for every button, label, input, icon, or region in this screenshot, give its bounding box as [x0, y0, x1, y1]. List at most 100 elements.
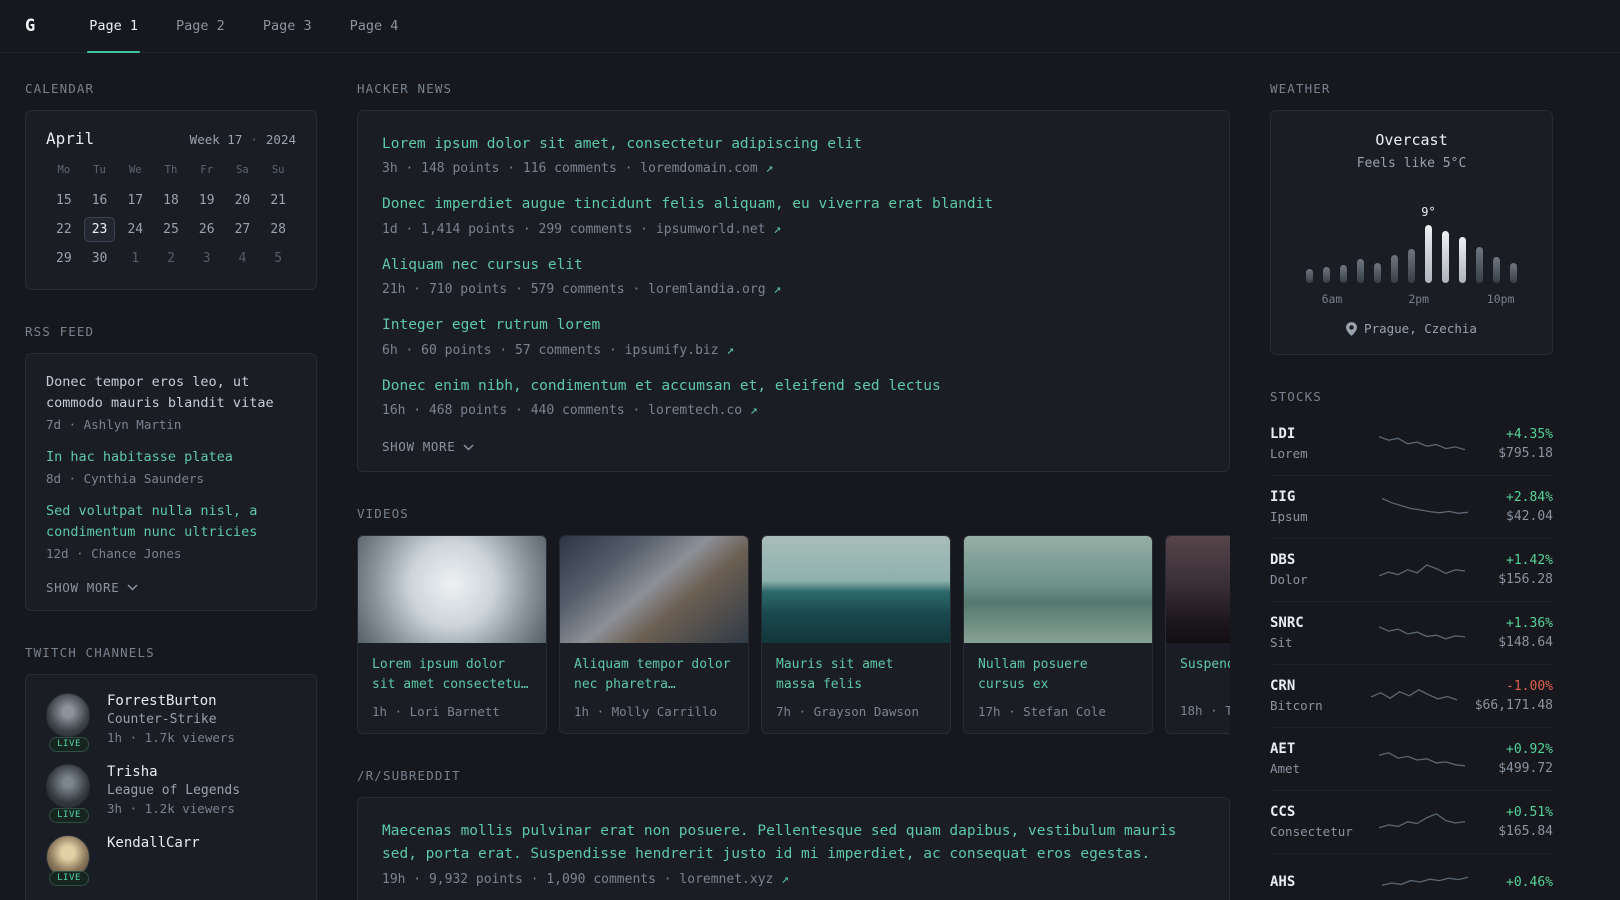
- stock-row[interactable]: IIG Ipsum +2.84% $42.04: [1270, 476, 1553, 539]
- calendar-day[interactable]: 1: [119, 246, 151, 271]
- weather-bar-column: [1340, 265, 1347, 283]
- calendar-day[interactable]: 2: [155, 246, 187, 271]
- calendar-day[interactable]: 19: [191, 188, 223, 213]
- feed-item-title[interactable]: Donec imperdiet augue tincidunt felis al…: [382, 193, 1205, 215]
- weather-bar-column: [1476, 247, 1483, 283]
- calendar-day[interactable]: 21: [262, 188, 294, 213]
- stock-info: LDI Lorem: [1270, 426, 1362, 461]
- tab-page-4[interactable]: Page 4: [338, 0, 411, 52]
- stock-sparkline: [1378, 625, 1466, 639]
- live-badge: LIVE: [49, 807, 89, 823]
- calendar-day[interactable]: 20: [227, 188, 259, 213]
- weather-feels-like: Feels like 5°C: [1356, 156, 1467, 171]
- tab-page-3[interactable]: Page 3: [251, 0, 324, 52]
- feed-item-title[interactable]: In hac habitasse platea: [46, 447, 296, 468]
- stock-row[interactable]: CRN Bitcorn -1.00% $66,171.48: [1270, 665, 1553, 728]
- twitch-section-title: TWITCH CHANNELS: [25, 644, 155, 660]
- stock-row[interactable]: AHS +0.46%: [1270, 854, 1553, 900]
- calendar-day[interactable]: 26: [191, 217, 223, 242]
- video-thumbnail[interactable]: [964, 536, 1152, 644]
- channel-name[interactable]: KendallCarr: [107, 835, 200, 851]
- stock-change: +1.36%: [1506, 615, 1553, 631]
- video-card[interactable]: Mauris sit amet massa felis 7h · Grayson …: [761, 535, 951, 734]
- video-title[interactable]: Suspendisse diam: [1180, 655, 1230, 695]
- feed-item-title[interactable]: Sed volutpat nulla nisl, a condimentum n…: [46, 501, 296, 543]
- video-title[interactable]: Nullam posuere cursus ex: [978, 655, 1138, 695]
- stock-values: -1.00% $66,171.48: [1475, 679, 1553, 713]
- calendar-day[interactable]: 4: [227, 246, 259, 271]
- weather-time-label: 6am: [1321, 292, 1343, 306]
- stock-row[interactable]: DBS Dolor +1.42% $156.28: [1270, 539, 1553, 602]
- video-card[interactable]: Aliquam tempor dolor nec pharetra… 1h · M…: [559, 535, 749, 734]
- video-card-body: Aliquam tempor dolor nec pharetra… 1h · M…: [560, 643, 748, 732]
- calendar-day[interactable]: 29: [48, 246, 80, 271]
- calendar-day[interactable]: 22: [48, 217, 80, 242]
- calendar-day[interactable]: 3: [191, 246, 223, 271]
- weather-temp-label: 9°: [1421, 205, 1436, 219]
- feed-item-title[interactable]: Donec tempor eros leo, ut commodo mauris…: [46, 372, 296, 414]
- weather-bar: [1459, 237, 1466, 283]
- calendar-day[interactable]: 24: [119, 217, 151, 242]
- video-card[interactable]: Suspendisse diam 18h · Tara: [1165, 535, 1230, 734]
- show-more-label: SHOW MORE: [46, 579, 120, 595]
- feed-item-source-link[interactable]: loremnet.xyz: [679, 872, 773, 887]
- video-thumbnail[interactable]: [1166, 536, 1230, 644]
- tab-page-1[interactable]: Page 1: [77, 0, 150, 53]
- calendar-day[interactable]: 30: [84, 246, 116, 271]
- video-thumbnail[interactable]: [560, 536, 748, 644]
- twitch-channel-row[interactable]: LIVE ForrestBurton Counter-Strike 1h · 1.7k…: [46, 692, 296, 752]
- feed-item-source-link[interactable]: loremlandia.org: [648, 282, 765, 297]
- dashboard: CALENDAR April Week 17 · 2024 Mo Tu We Th Fr…: [0, 53, 1620, 900]
- video-title[interactable]: Lorem ipsum dolor sit amet consectetu…: [372, 655, 532, 695]
- weather-bar: [1323, 267, 1330, 283]
- video-card[interactable]: Nullam posuere cursus ex 17h · Stefan Col…: [963, 535, 1153, 734]
- video-thumbnail[interactable]: [762, 536, 950, 644]
- channel-name[interactable]: ForrestBurton: [107, 693, 235, 709]
- feed-item: Donec enim nibh, condimentum et accumsan…: [382, 375, 1205, 418]
- feed-item-source-link[interactable]: ipsumify.biz: [625, 343, 719, 358]
- channel-name[interactable]: Trisha: [107, 764, 240, 780]
- weather-condition: Overcast: [1375, 131, 1448, 149]
- feed-item-meta: 3h · 148 points · 116 comments · loremdo…: [382, 161, 774, 177]
- video-title[interactable]: Mauris sit amet massa felis: [776, 655, 936, 695]
- stock-symbol: SNRC: [1270, 615, 1304, 631]
- stock-row[interactable]: CCS Consectetur +0.51% $165.84: [1270, 791, 1553, 854]
- calendar-day[interactable]: 18: [155, 188, 187, 213]
- stock-values: +0.51% $165.84: [1498, 805, 1553, 839]
- twitch-channel-row[interactable]: LIVE Trisha League of Legends 3h · 1.2k vie…: [46, 763, 296, 823]
- calendar-day[interactable]: 27: [227, 217, 259, 242]
- calendar-day[interactable]: 28: [262, 217, 294, 242]
- feed-item-source-link[interactable]: ipsumworld.net: [656, 222, 766, 237]
- rss-show-more-button[interactable]: SHOW MORE: [46, 580, 138, 595]
- video-card[interactable]: Lorem ipsum dolor sit amet consectetu… 1h…: [357, 535, 547, 734]
- feed-item-title[interactable]: Lorem ipsum dolor sit amet, consectetur …: [382, 133, 1205, 155]
- app-logo[interactable]: G: [25, 16, 35, 36]
- calendar-day[interactable]: 15: [48, 188, 80, 213]
- stock-info: IIG Ipsum: [1270, 489, 1362, 524]
- feed-item-meta: 19h · 9,932 points · 1,090 comments · lo…: [382, 872, 789, 887]
- external-link-icon: ↗: [765, 221, 782, 237]
- stock-row[interactable]: SNRC Sit +1.36% $148.64: [1270, 602, 1553, 665]
- feed-item-title[interactable]: Donec enim nibh, condimentum et accumsan…: [382, 375, 1205, 397]
- feed-item-title[interactable]: Integer eget rutrum lorem: [382, 314, 1205, 336]
- calendar-day[interactable]: 5: [262, 246, 294, 271]
- stock-symbol: LDI: [1270, 426, 1296, 442]
- stock-values: +0.46%: [1506, 875, 1553, 890]
- video-thumbnail[interactable]: [358, 536, 546, 644]
- feed-item-source-link[interactable]: loremtech.co: [648, 403, 742, 418]
- stock-row[interactable]: AET Amet +0.92% $499.72: [1270, 728, 1553, 791]
- weather-bar-column: [1493, 257, 1500, 283]
- calendar-day[interactable]: 25: [155, 217, 187, 242]
- twitch-channel-row[interactable]: LIVE KendallCarr: [46, 834, 296, 886]
- stock-row[interactable]: LDI Lorem +4.35% $795.18: [1270, 418, 1553, 476]
- tab-page-2[interactable]: Page 2: [164, 0, 237, 52]
- calendar-day[interactable]: 17: [119, 188, 151, 213]
- calendar-day[interactable]: 16: [84, 188, 116, 213]
- video-title[interactable]: Aliquam tempor dolor nec pharetra…: [574, 655, 734, 695]
- feed-item-source-link[interactable]: loremdomain.com: [640, 161, 757, 176]
- feed-item-title[interactable]: Maecenas mollis pulvinar erat non posuer…: [382, 820, 1205, 866]
- feed-item-title[interactable]: Aliquam nec cursus elit: [382, 254, 1205, 276]
- calendar-day-selected[interactable]: 23: [83, 217, 116, 242]
- hackernews-show-more-button[interactable]: SHOW MORE: [382, 439, 474, 454]
- stock-values: +1.42% $156.28: [1498, 553, 1553, 587]
